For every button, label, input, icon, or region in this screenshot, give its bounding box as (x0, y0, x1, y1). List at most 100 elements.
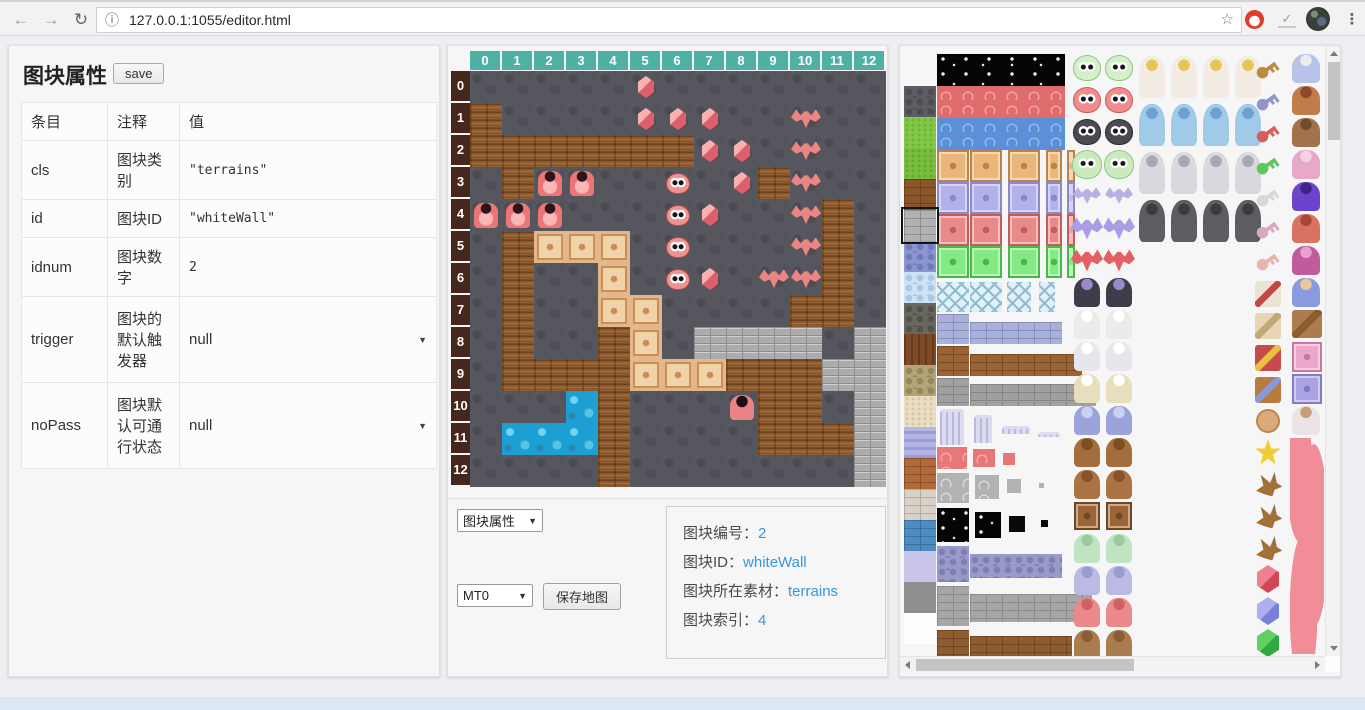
map-cell-10-4[interactable] (790, 199, 822, 231)
map-cell-2-6[interactable] (534, 263, 566, 295)
enemy-green-slime-2[interactable] (1105, 55, 1133, 81)
map-cell-7-4[interactable] (694, 199, 726, 231)
horizontal-scroll-thumb[interactable] (916, 659, 1134, 671)
info-value[interactable]: terrains (788, 583, 838, 600)
enemy-knight-1[interactable] (1139, 152, 1165, 194)
map-cell-10-9[interactable] (790, 359, 822, 391)
wall-orange-2[interactable] (970, 150, 1002, 182)
map-cell-3-4[interactable] (566, 199, 598, 231)
wall-lilac-4[interactable] (1046, 182, 1062, 214)
npc-monk[interactable] (1292, 214, 1320, 243)
map-cell-9-10[interactable] (758, 391, 790, 423)
map-cell-0-6[interactable] (470, 263, 502, 295)
map-cell-9-1[interactable] (758, 103, 790, 135)
map-cell-2-12[interactable] (534, 455, 566, 487)
wall-lilac-2[interactable] (970, 182, 1002, 214)
map-cell-11-10[interactable] (822, 391, 854, 423)
map-cell-8-6[interactable] (726, 263, 758, 295)
prop-value-noPass[interactable]: null (180, 383, 437, 469)
enemy-dark-demon-2[interactable] (1171, 200, 1197, 242)
map-cell-1-4[interactable] (502, 199, 534, 231)
tile-brownbrick-strip[interactable] (970, 354, 1082, 376)
map-cell-5-10[interactable] (630, 391, 662, 423)
terrain-darkrock[interactable] (904, 303, 936, 334)
enemy-skeleton-captain-2[interactable] (1106, 374, 1132, 403)
map-cell-7-3[interactable] (694, 167, 726, 199)
scroll-up-icon[interactable] (1330, 51, 1338, 56)
map-cell-12-5[interactable] (854, 231, 886, 263)
map-cell-3-3[interactable] (566, 167, 598, 199)
map-cell-9-12[interactable] (758, 455, 790, 487)
tile-bluegray-brick[interactable] (937, 314, 969, 344)
map-cell-4-11[interactable] (598, 423, 630, 455)
map-cell-10-7[interactable] (790, 295, 822, 327)
wall-lilac-face[interactable] (1292, 374, 1322, 404)
map-cell-12-2[interactable] (854, 135, 886, 167)
prop-select-noPass[interactable]: null (189, 415, 427, 437)
item-wood-sign[interactable] (1292, 310, 1322, 338)
map-canvas[interactable] (470, 71, 886, 487)
purple-cobble-strip[interactable] (970, 554, 1062, 578)
map-cell-3-0[interactable] (566, 71, 598, 103)
enemy-zombie-2[interactable] (1106, 534, 1132, 563)
map-cell-6-4[interactable] (662, 199, 694, 231)
map-cell-2-10[interactable] (534, 391, 566, 423)
npc-bride[interactable] (1292, 406, 1320, 435)
map-cell-4-7[interactable] (598, 295, 630, 327)
map-cell-12-10[interactable] (854, 391, 886, 423)
terrain-stone[interactable] (904, 86, 936, 117)
map-cell-5-7[interactable] (630, 295, 662, 327)
map-cell-8-4[interactable] (726, 199, 758, 231)
purple-cobble[interactable] (937, 546, 969, 582)
gray-small-4[interactable] (1039, 483, 1044, 488)
brownbrick-strip-3[interactable] (970, 636, 1072, 656)
map-cell-2-11[interactable] (534, 423, 566, 455)
map-cell-4-6[interactable] (598, 263, 630, 295)
map-cell-12-4[interactable] (854, 199, 886, 231)
map-cell-4-8[interactable] (598, 327, 630, 359)
map-cell-4-4[interactable] (598, 199, 630, 231)
pillar-medium[interactable] (974, 415, 992, 443)
tool-mode-select[interactable]: 图块属性 (457, 509, 543, 532)
map-cell-12-8[interactable] (854, 327, 886, 359)
map-cell-8-5[interactable] (726, 231, 758, 263)
map-cell-11-7[interactable] (822, 295, 854, 327)
map-cell-7-8[interactable] (694, 327, 726, 359)
enemy-blue-ghost-3[interactable] (1203, 104, 1229, 146)
map-cell-7-7[interactable] (694, 295, 726, 327)
map-cell-0-3[interactable] (470, 167, 502, 199)
item-wing-3[interactable] (1255, 535, 1283, 561)
map-cell-1-0[interactable] (502, 71, 534, 103)
npc-elder[interactable] (1292, 54, 1320, 83)
item-star[interactable] (1255, 439, 1281, 467)
enemy-big-slime-1[interactable] (1072, 150, 1102, 179)
enemy-green-slime-1[interactable] (1073, 55, 1101, 81)
enemy-blue-skeleton-2[interactable] (1106, 406, 1132, 435)
map-cell-0-1[interactable] (470, 103, 502, 135)
map-cell-1-11[interactable] (502, 423, 534, 455)
tile-crystal-2[interactable] (970, 282, 1002, 312)
map-cell-1-3[interactable] (502, 167, 534, 199)
map-cell-10-10[interactable] (790, 391, 822, 423)
terrain-bluecobble[interactable] (904, 241, 936, 272)
map-cell-9-11[interactable] (758, 423, 790, 455)
map-cell-9-7[interactable] (758, 295, 790, 327)
palette-horizontal-scrollbar[interactable] (900, 656, 1325, 672)
terrain-rock-tan[interactable] (904, 365, 936, 396)
map-cell-11-11[interactable] (822, 423, 854, 455)
wall-green-3[interactable] (1008, 246, 1040, 278)
terrain-grass[interactable] (904, 148, 936, 179)
enemy-purple-ghost-2[interactable] (1106, 566, 1132, 595)
map-cell-10-5[interactable] (790, 231, 822, 263)
map-cell-12-9[interactable] (854, 359, 886, 391)
vertical-scroll-thumb[interactable] (1328, 62, 1340, 140)
map-cell-6-5[interactable] (662, 231, 694, 263)
enemy-skeleton-2[interactable] (1106, 310, 1132, 339)
map-cell-2-5[interactable] (534, 231, 566, 263)
map-cell-10-6[interactable] (790, 263, 822, 295)
map-cell-3-6[interactable] (566, 263, 598, 295)
terrain-whitestone[interactable] (904, 489, 936, 520)
map-cell-4-10[interactable] (598, 391, 630, 423)
map-cell-8-7[interactable] (726, 295, 758, 327)
stars-small-2[interactable] (975, 512, 1001, 538)
